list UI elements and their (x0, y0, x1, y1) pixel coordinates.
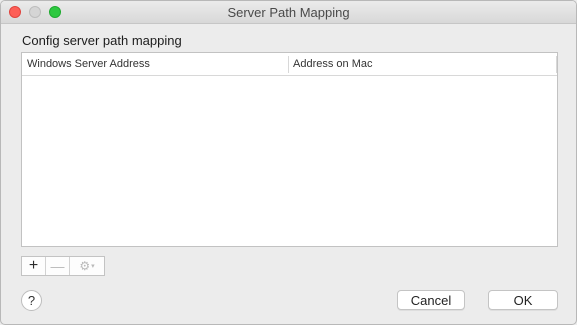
table-header: Windows Server Address Address on Mac (22, 53, 557, 76)
column-header-windows-server-address[interactable]: Windows Server Address (27, 58, 150, 70)
column-divider[interactable] (288, 56, 289, 73)
action-menu-button[interactable]: ⚙ ▾ (70, 257, 104, 275)
remove-mapping-button[interactable]: — (46, 257, 70, 275)
minus-icon: — (50, 258, 65, 274)
gear-icon: ⚙ (79, 259, 91, 273)
plus-icon: + (28, 257, 39, 274)
ok-button[interactable]: OK (488, 290, 558, 310)
help-button[interactable]: ? (21, 290, 42, 311)
table-toolbar: + — ⚙ ▾ (21, 256, 105, 276)
dialog-window: Server Path Mapping Config server path m… (0, 0, 577, 325)
chevron-down-icon: ▾ (91, 263, 95, 270)
path-mapping-table[interactable]: Windows Server Address Address on Mac (21, 52, 558, 247)
window-title: Server Path Mapping (227, 5, 350, 20)
title-bar[interactable]: Server Path Mapping (1, 1, 576, 24)
cancel-button[interactable]: Cancel (397, 290, 465, 310)
column-header-address-on-mac[interactable]: Address on Mac (293, 58, 372, 70)
column-divider-right (556, 56, 557, 73)
add-mapping-button[interactable]: + (22, 257, 46, 275)
section-heading: Config server path mapping (22, 33, 182, 48)
